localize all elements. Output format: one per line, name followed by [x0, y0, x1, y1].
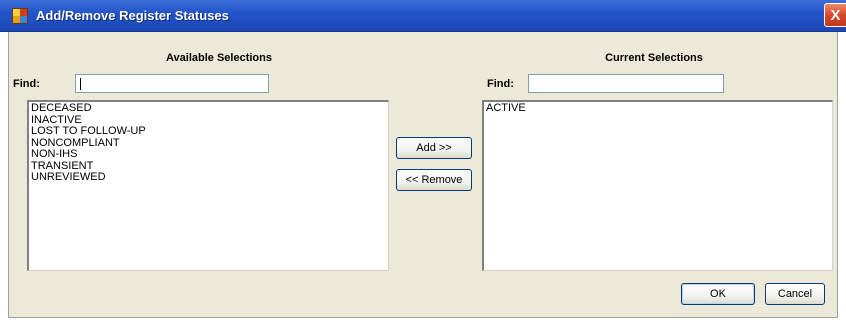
current-selections-list[interactable]: ACTIVE: [482, 100, 833, 271]
app-icon: [12, 8, 28, 24]
available-selections-list[interactable]: DECEASED INACTIVE LOST TO FOLLOW-UP NONCOMP…: [27, 100, 389, 271]
add-button[interactable]: Add >>: [396, 137, 472, 159]
available-find-input[interactable]: [75, 74, 269, 93]
close-icon: X: [830, 6, 841, 24]
current-find-label: Find:: [487, 78, 514, 90]
title-bar[interactable]: Add/Remove Register Statuses X: [0, 0, 846, 32]
dialog-window: Add/Remove Register Statuses X Available…: [0, 0, 846, 323]
list-item[interactable]: NON-IHS: [31, 148, 386, 161]
list-item[interactable]: ACTIVE: [486, 102, 830, 115]
window-title: Add/Remove Register Statuses: [36, 8, 229, 23]
list-item[interactable]: NONCOMPLIANT: [31, 137, 386, 150]
dialog-body: Available Selections Find: DECEASED INACT…: [8, 32, 838, 318]
remove-button[interactable]: << Remove: [396, 169, 472, 191]
available-find-label: Find:: [13, 78, 40, 90]
text-caret: [80, 78, 81, 90]
cancel-button[interactable]: Cancel: [765, 283, 825, 305]
current-find-input[interactable]: [528, 74, 724, 93]
ok-button[interactable]: OK: [681, 283, 755, 305]
list-item[interactable]: DECEASED: [31, 102, 386, 115]
current-selections-header: Current Selections: [605, 52, 703, 64]
list-item[interactable]: UNREVIEWED: [31, 171, 386, 184]
close-button[interactable]: X: [824, 3, 846, 27]
list-item[interactable]: LOST TO FOLLOW-UP: [31, 125, 386, 138]
available-selections-header: Available Selections: [166, 52, 272, 64]
